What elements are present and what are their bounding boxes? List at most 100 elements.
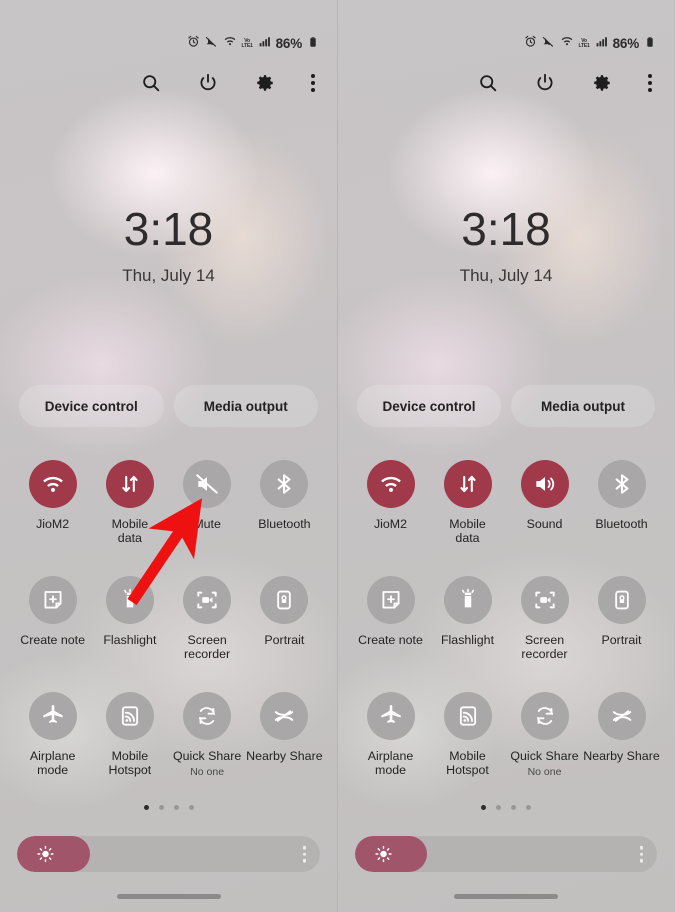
page-dot[interactable] bbox=[188, 805, 194, 810]
panel-divider bbox=[337, 0, 338, 912]
clock-widget-right[interactable]: 3:18 Thu, July 14 bbox=[338, 206, 674, 286]
nearby-share-icon bbox=[609, 703, 635, 729]
toggle-bubble[interactable] bbox=[105, 692, 154, 740]
toggle-airplane-mode[interactable]: Airplane mode bbox=[352, 692, 429, 804]
toggle-create-note[interactable]: Create note bbox=[14, 576, 91, 692]
toggle-mobile-hotspot[interactable]: Mobile Hotspot bbox=[91, 692, 168, 804]
page-dot[interactable] bbox=[511, 805, 516, 810]
toggle-label: Portrait bbox=[264, 633, 305, 647]
page-dot[interactable] bbox=[526, 805, 531, 810]
volume-mute-icon bbox=[194, 471, 220, 497]
page-dot[interactable] bbox=[158, 805, 164, 810]
toggle-mobile-hotspot[interactable]: Mobile Hotspot bbox=[429, 692, 506, 804]
power-icon[interactable] bbox=[534, 72, 556, 94]
toggle-quick-share[interactable]: Quick Share No one bbox=[169, 692, 246, 804]
flashlight-icon bbox=[117, 587, 143, 613]
brightness-slider[interactable] bbox=[17, 836, 320, 872]
toggle-row: Airplane mode Mobile Hotspot Quick Share No… bbox=[352, 692, 660, 804]
brightness-more-icon[interactable] bbox=[302, 845, 306, 863]
toggle-sound[interactable]: Sound bbox=[506, 460, 583, 576]
toggle-airplane-mode[interactable]: Airplane mode bbox=[14, 692, 91, 804]
volte-indicator: Vo LTE1 bbox=[578, 37, 590, 49]
toggle-portrait[interactable]: Portrait bbox=[583, 576, 660, 692]
toggle-sublabel: No one bbox=[190, 766, 225, 778]
media-output-button[interactable]: Media output bbox=[173, 385, 318, 427]
toggle-bluetooth[interactable]: Bluetooth bbox=[246, 460, 323, 576]
toggle-bubble[interactable] bbox=[520, 460, 569, 508]
device-control-button[interactable]: Device control bbox=[19, 385, 164, 427]
brightness-more-icon[interactable] bbox=[639, 845, 643, 863]
toggle-create-note[interactable]: Create note bbox=[352, 576, 429, 692]
toggle-flashlight[interactable]: Flashlight bbox=[429, 576, 506, 692]
clock-widget-left[interactable]: 3:18 Thu, July 14 bbox=[0, 206, 337, 286]
toggle-bubble[interactable] bbox=[260, 460, 309, 508]
gesture-nav-handle-right[interactable] bbox=[454, 894, 558, 899]
toggle-bubble[interactable] bbox=[520, 576, 569, 624]
toggle-mobile-data[interactable]: Mobile data bbox=[429, 460, 506, 576]
signal-bars-icon bbox=[258, 35, 271, 53]
toggle-nearby-share[interactable]: Nearby Share bbox=[246, 692, 323, 804]
toggle-screen-recorder[interactable]: Screen recorder bbox=[169, 576, 246, 692]
toggle-row: Create note Flashlight Screen recorder Po… bbox=[352, 576, 660, 692]
clock-date: Thu, July 14 bbox=[459, 266, 553, 285]
toggle-label: Flashlight bbox=[103, 633, 157, 647]
battery-icon bbox=[307, 35, 319, 53]
search-icon[interactable] bbox=[140, 72, 162, 94]
brightness-sun-icon bbox=[36, 845, 55, 864]
gear-icon[interactable] bbox=[254, 72, 276, 94]
toggle-bubble[interactable] bbox=[28, 576, 77, 624]
toggle-bubble[interactable] bbox=[183, 460, 232, 508]
kebab-menu-icon[interactable] bbox=[311, 74, 315, 92]
toggle-bubble[interactable] bbox=[366, 692, 415, 740]
toggle-bubble[interactable] bbox=[366, 460, 415, 508]
page-dot[interactable] bbox=[496, 805, 501, 810]
toggle-bubble[interactable] bbox=[597, 460, 646, 508]
toggle-label: Quick Share bbox=[510, 749, 579, 763]
toggle-mobile-data[interactable]: Mobile data bbox=[91, 460, 168, 576]
toggle-label: Nearby Share bbox=[246, 749, 323, 763]
toggle-bubble[interactable] bbox=[28, 460, 77, 508]
device-control-button[interactable]: Device control bbox=[357, 385, 501, 427]
toggle-bubble[interactable] bbox=[28, 692, 77, 740]
brightness-slider[interactable] bbox=[355, 836, 657, 872]
toggle-nearby-share[interactable]: Nearby Share bbox=[583, 692, 660, 804]
toggle-bubble[interactable] bbox=[183, 576, 232, 624]
toggle-bluetooth[interactable]: Bluetooth bbox=[583, 460, 660, 576]
power-icon[interactable] bbox=[197, 72, 219, 94]
toggle-bubble[interactable] bbox=[520, 692, 569, 740]
page-dot[interactable] bbox=[173, 805, 179, 810]
quick-settings-header-right bbox=[477, 72, 652, 94]
flashlight-icon bbox=[455, 587, 481, 613]
search-icon[interactable] bbox=[477, 72, 499, 94]
toggle-bubble[interactable] bbox=[183, 692, 232, 740]
screenshot-stage: Vo LTE1 86% 3:18 Thu, July 14 Device contro… bbox=[0, 0, 675, 912]
toggle-bubble[interactable] bbox=[105, 460, 154, 508]
toggle-screen-recorder[interactable]: Screen recorder bbox=[506, 576, 583, 692]
gesture-nav-handle-left[interactable] bbox=[116, 894, 221, 899]
page-dot[interactable] bbox=[481, 805, 486, 810]
toggle-bubble[interactable] bbox=[443, 576, 492, 624]
toggle-bubble[interactable] bbox=[597, 692, 646, 740]
toggle-bubble[interactable] bbox=[443, 692, 492, 740]
toggle-mute[interactable]: Mute bbox=[169, 460, 246, 576]
toggle-quick-share[interactable]: Quick Share No one bbox=[506, 692, 583, 804]
wifi-icon bbox=[40, 471, 66, 497]
toggle-bubble[interactable] bbox=[105, 576, 154, 624]
toggle-flashlight[interactable]: Flashlight bbox=[91, 576, 168, 692]
brightness-control-left bbox=[17, 836, 320, 872]
toggle-jiom2[interactable]: JioM2 bbox=[352, 460, 429, 576]
toggle-bubble[interactable] bbox=[366, 576, 415, 624]
screen-recorder-icon bbox=[194, 587, 220, 613]
toggle-bubble[interactable] bbox=[260, 692, 309, 740]
toggle-jiom2[interactable]: JioM2 bbox=[14, 460, 91, 576]
media-output-button[interactable]: Media output bbox=[511, 385, 655, 427]
toggle-portrait[interactable]: Portrait bbox=[246, 576, 323, 692]
toggle-bubble[interactable] bbox=[260, 576, 309, 624]
volte-indicator: Vo LTE1 bbox=[241, 37, 253, 49]
toggle-bubble[interactable] bbox=[443, 460, 492, 508]
gear-icon[interactable] bbox=[591, 72, 613, 94]
toggle-bubble[interactable] bbox=[597, 576, 646, 624]
kebab-menu-icon[interactable] bbox=[648, 74, 652, 92]
page-dot[interactable] bbox=[143, 805, 149, 810]
quick-toggle-grid-right: JioM2 Mobile data Sound Bluetooth Create … bbox=[352, 460, 660, 804]
